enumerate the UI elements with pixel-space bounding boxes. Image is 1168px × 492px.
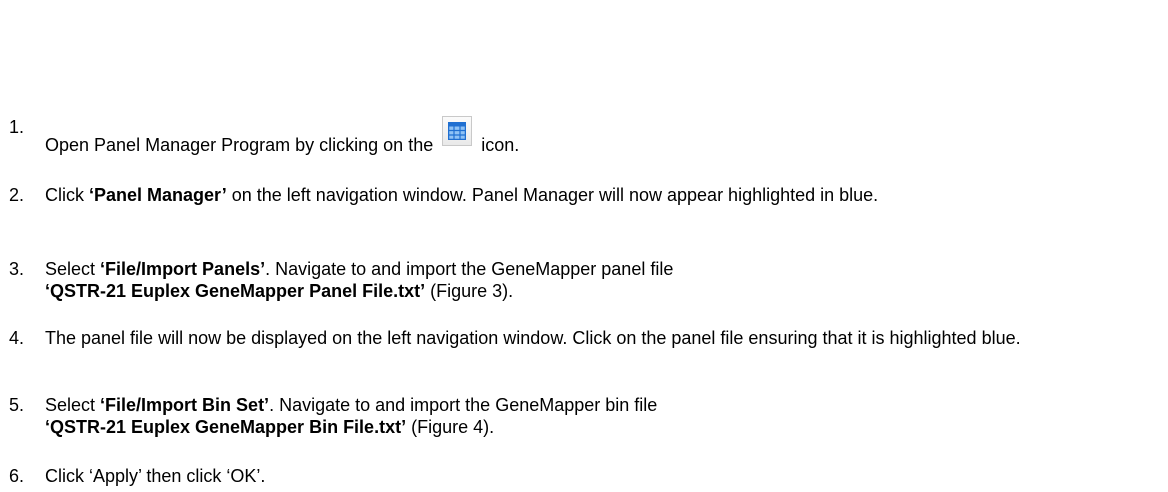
step-text: Open Panel Manager Program by clicking o… (45, 92, 1168, 156)
step-text: Select ‘File/Import Panels’. Navigate to… (45, 258, 1168, 302)
figure-reference: (Figure 3). (430, 281, 514, 301)
step-line-2: ‘QSTR-21 Euplex GeneMapper Panel File.tx… (45, 280, 1168, 302)
panel-file-name: ‘QSTR-21 Euplex GeneMapper Panel File.tx… (45, 281, 426, 301)
step-text-post: . Navigate to and import the GeneMapper … (269, 395, 658, 415)
step-text: The panel file will now be displayed on … (45, 328, 1021, 348)
step-text-post: . Navigate to and import the GeneMapper … (265, 259, 674, 279)
step-number: 1. (9, 117, 25, 137)
step-number: 5. (9, 395, 25, 415)
figure-reference: (Figure 4). (411, 417, 495, 437)
menu-item-panel-manager: ‘Panel Manager’ (89, 185, 227, 205)
step-number: 6. (9, 466, 25, 486)
step-text-before-icon: Open Panel Manager Program by clicking o… (45, 135, 434, 155)
step-number: 2. (9, 185, 25, 205)
step-text-post: on the left navigation window. Panel Man… (231, 185, 879, 205)
step-number: 4. (9, 328, 25, 348)
step-text-pre: Select (45, 259, 96, 279)
step-line-2: ‘QSTR-21 Euplex GeneMapper Bin File.txt’… (45, 416, 1168, 438)
step-line-1: Select ‘File/Import Bin Set’. Navigate t… (45, 394, 1168, 416)
menu-path-import-bin-set: ‘File/Import Bin Set’ (100, 395, 270, 415)
step-text-pre: Click (45, 185, 84, 205)
bin-file-name: ‘QSTR-21 Euplex GeneMapper Bin File.txt’ (45, 417, 407, 437)
step-line-1: Select ‘File/Import Panels’. Navigate to… (45, 258, 1168, 280)
step-number: 3. (9, 259, 25, 279)
step-text: Click ‘Apply’ then click ‘OK’. (45, 466, 266, 486)
step-text-pre: Select (45, 395, 96, 415)
step-text: Select ‘File/Import Bin Set’. Navigate t… (45, 394, 1168, 438)
grid-table-icon (442, 116, 473, 146)
menu-path-import-panels: ‘File/Import Panels’ (100, 259, 266, 279)
step-text-after-icon: icon. (481, 135, 520, 155)
step-text: Click ‘Panel Manager’ on the left naviga… (45, 184, 1168, 206)
